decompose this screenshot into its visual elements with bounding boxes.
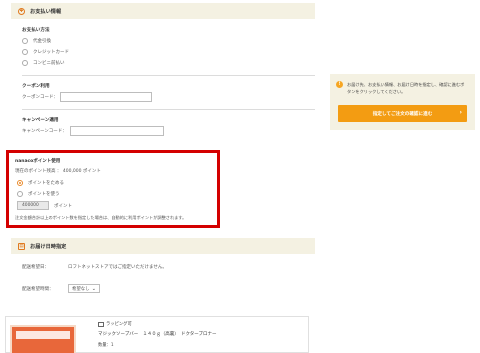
wrapping-badge: ラッピング可 [98, 321, 132, 327]
divider [22, 109, 315, 110]
product-name: マジックソープバー １４０ｇ（高裏） ドクターブロナー [98, 332, 217, 337]
campaign-block: キャンペーン適用 キャンペーンコード： [11, 117, 315, 136]
product-image [10, 325, 76, 353]
payment-section-header: ¥ お支払い情報 [11, 3, 315, 19]
coupon-heading: クーポン利用 [22, 84, 50, 89]
radio-icon[interactable] [17, 190, 23, 197]
payment-method-label: お支払い方法 [22, 28, 50, 33]
campaign-code-input[interactable] [70, 126, 164, 136]
payment-option-label: コンビニ前払い [33, 60, 65, 66]
payment-option-label: クレジットカード [33, 49, 69, 55]
payment-option-label: 代金引換 [33, 38, 51, 44]
nanaco-option-label: ポイントを使う [28, 191, 60, 197]
nanaco-option-save[interactable]: ポイントをためる [17, 177, 211, 188]
coupon-field-label: クーポンコード： [22, 95, 58, 100]
payment-option-convenience-store[interactable]: コンビニ前払い [22, 57, 315, 68]
nanaco-note: 注文金額合計以上のポイント数を指定した場合は、自動的に利用ポイントが調整されます… [15, 215, 187, 220]
calendar-icon: ▤ [18, 242, 25, 250]
campaign-field-label: キャンペーンコード： [22, 129, 67, 134]
payment-option-credit-card[interactable]: クレジットカード [22, 46, 315, 57]
radio-checked-icon[interactable] [17, 179, 23, 186]
wrapping-label: ラッピング可 [106, 322, 132, 327]
nanaco-points-box: nanacoポイント使用 現在のポイント残高 ： 400,000 ポイント ポイ… [6, 150, 220, 228]
payment-method-block: お支払い方法 代金引換 クレジットカード コンビニ前払い [11, 27, 315, 68]
delivery-section-title: お届け日時指定 [30, 243, 67, 250]
yen-icon: ¥ [18, 7, 25, 15]
info-icon: ! [336, 81, 343, 88]
radio-icon[interactable] [22, 59, 28, 66]
nanaco-points-input[interactable]: 400000 [17, 201, 49, 210]
delivery-time-label: 配送希望時間： [22, 286, 54, 292]
nanaco-current-points: 現在のポイント残高 ： 400,000 ポイント [15, 169, 101, 174]
campaign-heading: キャンペーン適用 [22, 118, 59, 123]
sidebar-info: ! お届け先、お支払い情報、お届け日時を指定し、確認に進むボタンをクリックしてく… [336, 81, 467, 95]
sidebar-info-text: お届け先、お支払い情報、お届け日時を指定し、確認に進むボタンをクリックしてくださ… [347, 82, 465, 94]
delivery-date-value: ロフトネットストアではご指定いただけません。 [68, 265, 167, 270]
delivery-date-label: 配送希望日： [22, 265, 49, 270]
coupon-code-input[interactable] [60, 92, 152, 102]
payment-section-title: お支払い情報 [30, 8, 62, 15]
delivery-time-value: 希望なし [72, 286, 90, 292]
delivery-time-select[interactable]: 希望なし ⌄ [68, 284, 100, 293]
radio-icon[interactable] [22, 48, 28, 55]
proceed-to-confirm-button[interactable]: 指定してご注文の確認に進む › [338, 105, 467, 122]
product-quantity: 数量：1 [98, 343, 114, 348]
radio-icon[interactable] [22, 37, 28, 44]
nanaco-title: nanacoポイント使用 [15, 159, 61, 164]
checkout-main-column: ¥ お支払い情報 お支払い方法 代金引換 クレジットカード コンビニ前払い クー… [11, 3, 315, 136]
product-card: ラッピング可 マジックソープバー １４０ｇ（高裏） ドクターブロナー 数量：1 [5, 316, 309, 353]
divider [22, 75, 315, 76]
nanaco-option-label: ポイントをためる [28, 180, 64, 186]
nanaco-points-unit: ポイント [54, 203, 72, 209]
payment-option-cod[interactable]: 代金引換 [22, 35, 315, 46]
proceed-button-label: 指定してご注文の確認に進む [372, 111, 433, 117]
chevron-down-icon: ⌄ [91, 286, 96, 292]
delivery-section: ▤ お届け日時指定 配送希望日： ロフトネットストアではご指定いただけません。 … [11, 238, 315, 293]
product-label-strip [16, 331, 70, 339]
delivery-section-header: ▤ お届け日時指定 [11, 238, 315, 254]
order-summary-sidebar: ! お届け先、お支払い情報、お届け日時を指定し、確認に進むボタンをクリックしてく… [330, 74, 475, 130]
chevron-right-icon: › [459, 109, 462, 116]
nanaco-option-use[interactable]: ポイントを使う [17, 188, 211, 199]
gift-icon [98, 321, 104, 327]
coupon-block: クーポン利用 クーポンコード： [11, 83, 315, 102]
